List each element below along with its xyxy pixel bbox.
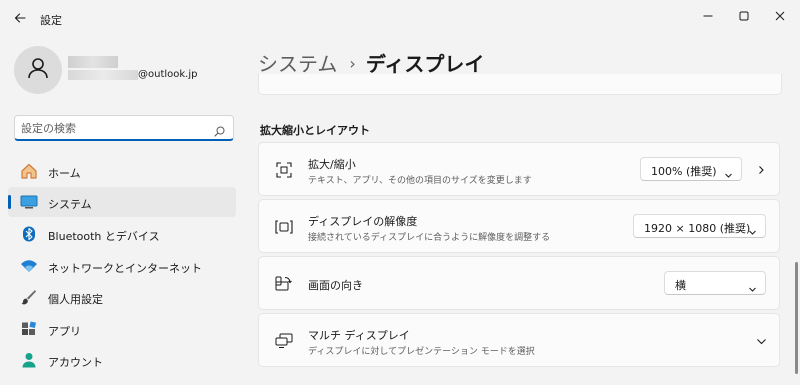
monitor-icon	[20, 194, 38, 210]
sidebar-item-apps[interactable]: アプリ	[8, 314, 236, 344]
resolution-dropdown[interactable]: 1920 × 1080 (推奨)	[633, 214, 766, 238]
search-icon[interactable]	[214, 122, 225, 141]
minimize-button[interactable]	[693, 4, 723, 26]
scale-card[interactable]: 拡大/縮小 テキスト、アプリ、その他の項目のサイズを変更します 100% (推奨…	[258, 142, 780, 196]
arrow-left-icon	[14, 9, 26, 28]
sidebar-item-label: アプリ	[48, 325, 81, 338]
sidebar-item-personalization[interactable]: 個人用設定	[8, 282, 236, 312]
previous-card-edge	[258, 74, 782, 95]
back-button[interactable]	[10, 8, 30, 28]
chevron-down-icon	[748, 222, 757, 241]
selection-indicator	[8, 195, 11, 209]
sidebar-item-label: 個人用設定	[48, 293, 103, 306]
person-icon	[20, 352, 38, 368]
card-subtitle: テキスト、アプリ、その他の項目のサイズを変更します	[308, 176, 532, 186]
sidebar-item-home[interactable]: ホーム	[8, 156, 236, 186]
orientation-icon	[275, 275, 293, 293]
apps-icon	[20, 321, 38, 337]
close-button[interactable]	[765, 4, 795, 26]
close-icon	[775, 6, 785, 25]
resolution-card[interactable]: ディスプレイの解像度 接続されているディスプレイに合うように解像度を調整する 1…	[258, 199, 780, 253]
chevron-right-icon[interactable]	[753, 162, 769, 178]
dropdown-value: 1920 × 1080 (推奨)	[644, 222, 751, 235]
bluetooth-icon	[20, 226, 38, 242]
chevron-down-icon[interactable]	[753, 333, 769, 349]
orientation-dropdown[interactable]: 横	[664, 271, 766, 295]
sidebar-item-bluetooth[interactable]: Bluetooth とデバイス	[8, 219, 236, 249]
search-input[interactable]	[21, 119, 206, 137]
scrollbar-thumb[interactable]	[795, 262, 798, 374]
card-title: 画面の向き	[308, 279, 363, 292]
account-email-redacted	[68, 70, 138, 80]
dropdown-value: 100% (推奨)	[651, 165, 717, 178]
person-icon	[26, 56, 50, 84]
maximize-button[interactable]	[729, 4, 759, 26]
scale-dropdown[interactable]: 100% (推奨)	[640, 157, 742, 181]
card-title: マルチ ディスプレイ	[308, 329, 410, 342]
sidebar-item-system[interactable]: システム	[8, 187, 236, 217]
minimize-icon	[703, 6, 713, 25]
sidebar-item-accounts[interactable]: アカウント	[8, 345, 236, 375]
dropdown-value: 横	[675, 279, 686, 292]
app-title: 設定	[40, 14, 62, 27]
maximize-icon	[739, 6, 749, 25]
main-content: システム › ディスプレイ 拡大縮小とレイアウト 拡大/縮小 テキスト、アプリ、その…	[246, 36, 800, 385]
card-subtitle: ディスプレイに対してプレゼンテーション モードを選択	[308, 347, 535, 357]
orientation-card[interactable]: 画面の向き 横	[258, 256, 780, 310]
breadcrumb-separator: ›	[349, 54, 356, 73]
home-icon	[20, 163, 38, 179]
account-name-redacted	[68, 56, 118, 68]
multi-display-icon	[275, 332, 293, 350]
page-title: ディスプレイ	[365, 52, 485, 76]
account-email: @outlook.jp	[138, 69, 198, 80]
brush-icon	[20, 289, 38, 305]
resolution-icon	[275, 218, 293, 236]
search-box[interactable]	[14, 115, 234, 141]
card-subtitle: 接続されているディスプレイに合うように解像度を調整する	[308, 233, 551, 243]
chevron-down-icon	[724, 165, 733, 184]
scale-icon	[275, 161, 293, 179]
sidebar-item-label: Bluetooth とデバイス	[48, 230, 160, 243]
breadcrumb: システム › ディスプレイ	[258, 48, 484, 77]
card-title: 拡大/縮小	[308, 158, 356, 171]
wifi-icon	[20, 258, 38, 274]
card-title: ディスプレイの解像度	[308, 215, 418, 228]
sidebar-item-label: システム	[48, 198, 92, 211]
title-bar: 設定	[0, 0, 800, 36]
breadcrumb-parent[interactable]: システム	[258, 52, 337, 76]
section-title: 拡大縮小とレイアウト	[260, 124, 370, 137]
sidebar-item-label: ホーム	[48, 167, 81, 180]
sidebar: @outlook.jp ホーム システム Bluetooth とデバイス ネット…	[0, 36, 246, 385]
sidebar-item-label: アカウント	[48, 356, 103, 369]
multi-display-card[interactable]: マルチ ディスプレイ ディスプレイに対してプレゼンテーション モードを選択	[258, 313, 780, 367]
avatar[interactable]	[14, 46, 62, 94]
chevron-down-icon	[748, 279, 757, 298]
sidebar-item-label: ネットワークとインターネット	[48, 262, 202, 275]
sidebar-item-network[interactable]: ネットワークとインターネット	[8, 251, 236, 281]
